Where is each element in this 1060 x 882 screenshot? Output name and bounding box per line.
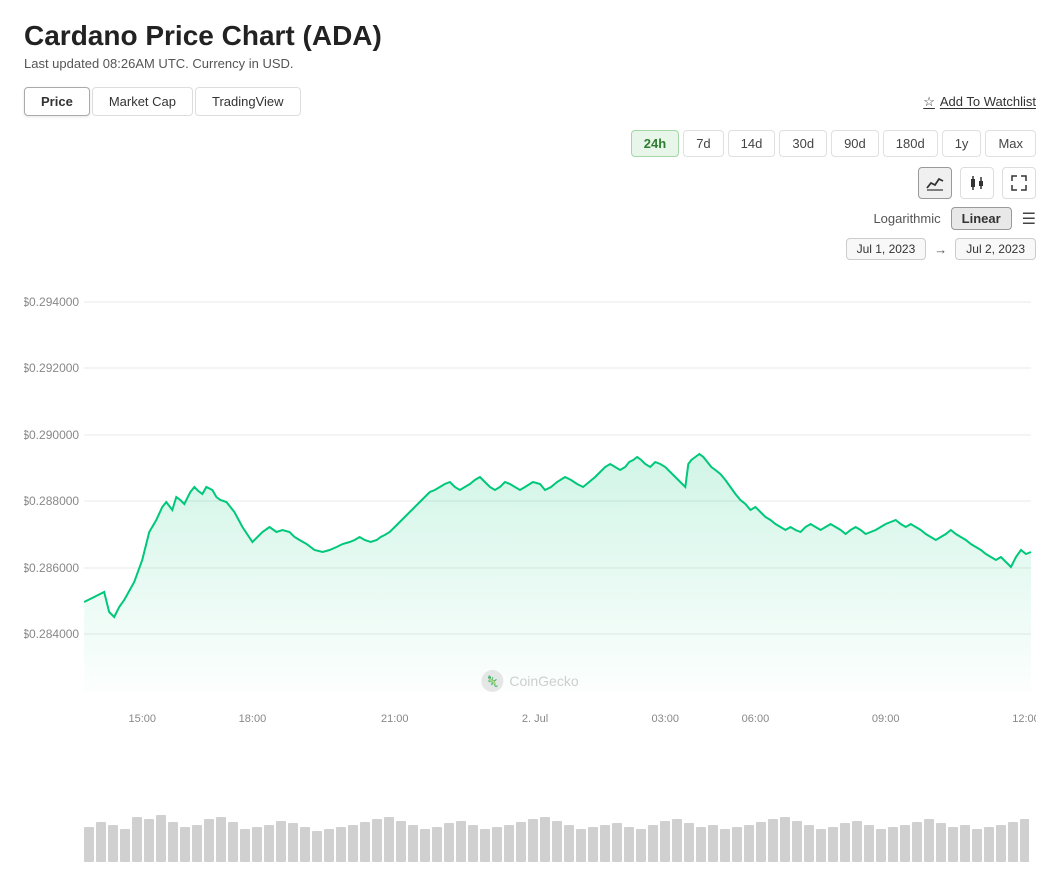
- date-start[interactable]: Jul 1, 2023: [846, 238, 927, 260]
- svg-text:18:00: 18:00: [239, 713, 267, 725]
- date-range-row: Jul 1, 2023 → Jul 2, 2023: [24, 238, 1036, 260]
- time-btn-14d[interactable]: 14d: [728, 130, 776, 157]
- star-icon: ☆: [923, 94, 935, 110]
- svg-text:$0.284000: $0.284000: [24, 627, 79, 641]
- main-chart: $0.294000 $0.292000 $0.290000 $0.288000 …: [24, 272, 1036, 752]
- page-title: Cardano Price Chart (ADA): [24, 20, 1036, 52]
- add-to-watchlist-button[interactable]: ☆ Add To Watchlist: [923, 94, 1036, 110]
- time-btn-90d[interactable]: 90d: [831, 130, 879, 157]
- svg-text:09:00: 09:00: [872, 713, 900, 725]
- mini-bars: [24, 807, 1036, 862]
- candlestick-icon: [968, 175, 986, 191]
- svg-text:2. Jul: 2. Jul: [522, 713, 548, 725]
- svg-text:12:00: 12:00: [1012, 713, 1036, 725]
- svg-text:$0.290000: $0.290000: [24, 428, 79, 442]
- price-fill: [84, 454, 1031, 692]
- tab-price[interactable]: Price: [24, 87, 90, 116]
- time-btn-180d[interactable]: 180d: [883, 130, 938, 157]
- svg-text:21:00: 21:00: [381, 713, 409, 725]
- line-chart-button[interactable]: [918, 167, 952, 199]
- time-btn-1y[interactable]: 1y: [942, 130, 982, 157]
- tab-marketcap[interactable]: Market Cap: [92, 87, 193, 116]
- svg-text:$0.292000: $0.292000: [24, 361, 79, 375]
- price-chart-svg: $0.294000 $0.292000 $0.290000 $0.288000 …: [24, 272, 1036, 752]
- expand-chart-button[interactable]: [1002, 167, 1036, 199]
- subtitle: Last updated 08:26AM UTC. Currency in US…: [24, 56, 1036, 71]
- time-btn-max[interactable]: Max: [985, 130, 1036, 157]
- candlestick-chart-button[interactable]: [960, 167, 994, 199]
- scale-selector-row: Logarithmic Linear ☰: [24, 207, 1036, 230]
- mini-bars-svg: [84, 807, 1029, 862]
- line-chart-icon: [926, 175, 944, 191]
- time-range-group: 24h 7d 14d 30d 90d 180d 1y Max: [631, 130, 1036, 157]
- date-arrow: →: [934, 242, 947, 257]
- time-btn-24h[interactable]: 24h: [631, 130, 679, 157]
- time-btn-7d[interactable]: 7d: [683, 130, 723, 157]
- main-tabs: Price Market Cap TradingView: [24, 87, 301, 116]
- header-row: Price Market Cap TradingView ☆ Add To Wa…: [24, 87, 1036, 116]
- svg-text:15:00: 15:00: [128, 713, 156, 725]
- svg-text:$0.286000: $0.286000: [24, 561, 79, 575]
- svg-text:03:00: 03:00: [651, 713, 679, 725]
- time-btn-30d[interactable]: 30d: [779, 130, 827, 157]
- svg-text:$0.294000: $0.294000: [24, 295, 79, 309]
- linear-scale-button[interactable]: Linear: [951, 207, 1012, 230]
- svg-text:$0.288000: $0.288000: [24, 494, 79, 508]
- expand-icon: [1011, 175, 1027, 191]
- logarithmic-label: Logarithmic: [873, 211, 940, 226]
- chart-controls: [24, 167, 1036, 199]
- tab-tradingview[interactable]: TradingView: [195, 87, 301, 116]
- svg-text:06:00: 06:00: [742, 713, 770, 725]
- menu-icon[interactable]: ☰: [1022, 209, 1036, 229]
- date-end[interactable]: Jul 2, 2023: [955, 238, 1036, 260]
